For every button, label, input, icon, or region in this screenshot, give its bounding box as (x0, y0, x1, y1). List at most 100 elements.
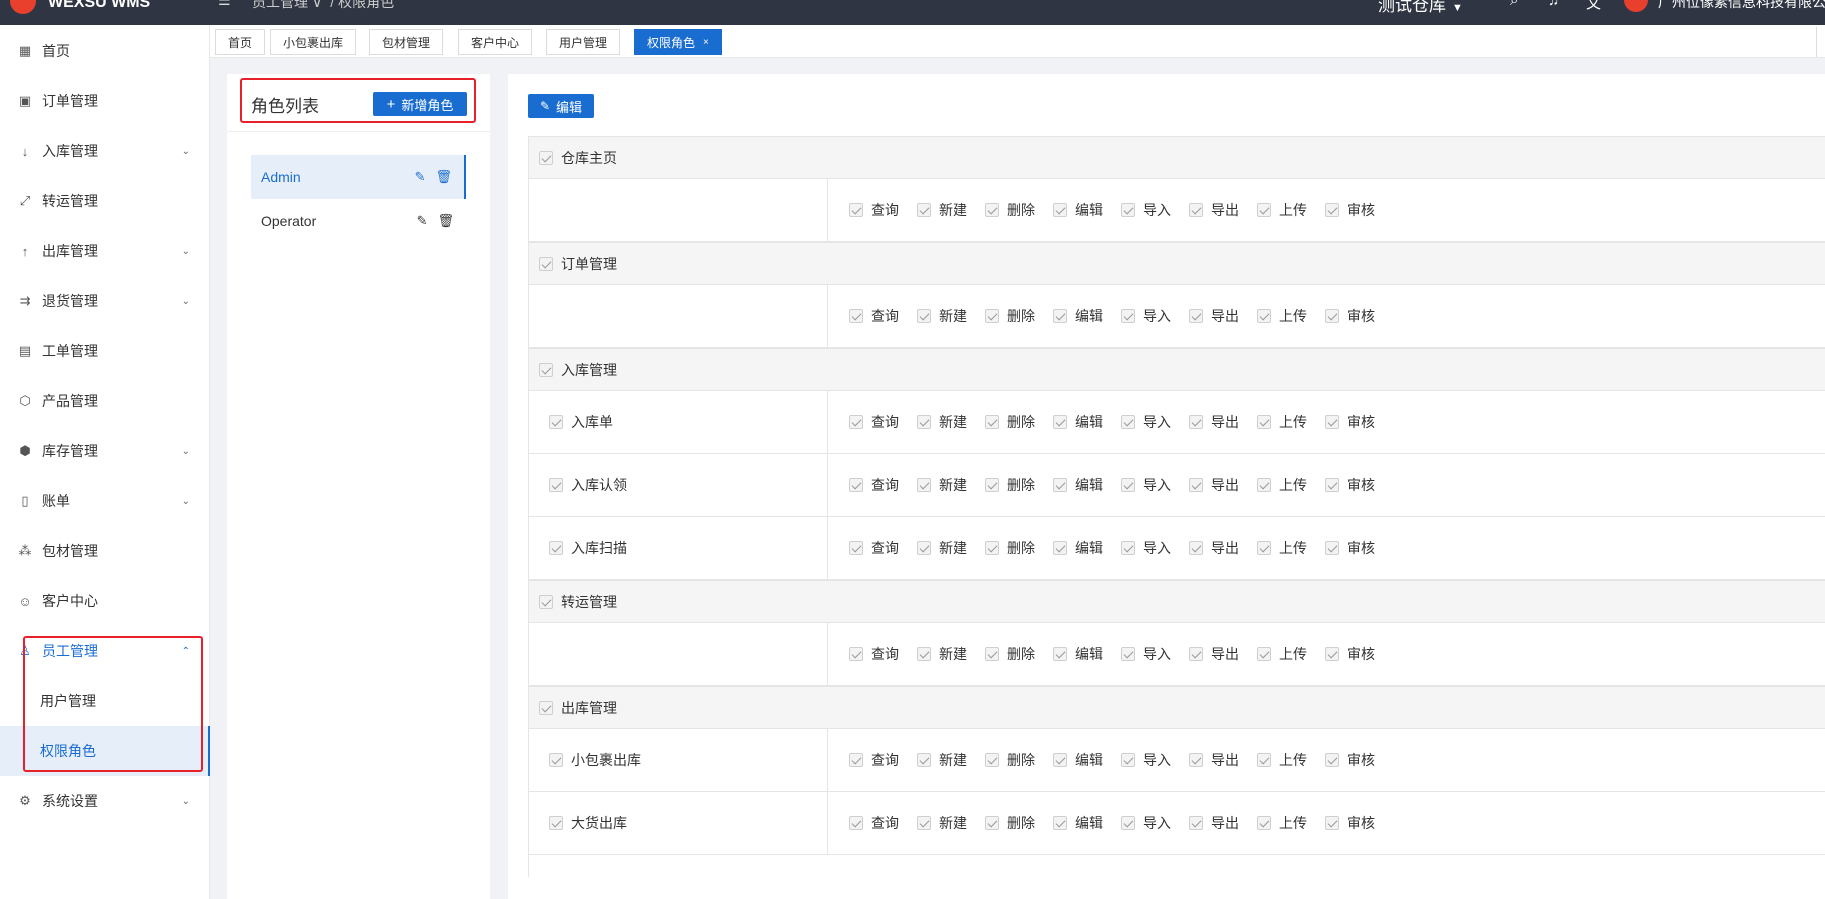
sidebar-item-bill[interactable]: ▯ 账单 ⌄ (0, 476, 210, 526)
tab-customers[interactable]: 客户中心 (458, 29, 533, 55)
permission-op[interactable]: 查询 (849, 475, 917, 495)
edit-icon[interactable]: ✎ (417, 213, 428, 229)
sidebar-item-inventory[interactable]: ⬢ 库存管理 ⌄ (0, 426, 210, 476)
tab-small-parcel-outbound[interactable]: 小包裹出库 (270, 29, 357, 55)
permission-op[interactable]: 新建 (917, 538, 985, 558)
permission-op[interactable]: 删除 (985, 200, 1053, 220)
permission-op[interactable]: 审核 (1325, 200, 1393, 220)
permission-op[interactable]: 编辑 (1053, 538, 1121, 558)
permission-op[interactable]: 新建 (917, 412, 985, 432)
permission-op[interactable]: 删除 (985, 750, 1053, 770)
checkbox[interactable] (985, 415, 999, 429)
search-icon[interactable]: ⌕ (1510, 0, 1518, 9)
checkbox[interactable] (1053, 478, 1067, 492)
breadcrumb-item[interactable]: 员工管理 (252, 0, 308, 10)
checkbox[interactable] (849, 647, 863, 661)
permission-op[interactable]: 导入 (1121, 538, 1189, 558)
permission-op[interactable]: 删除 (985, 644, 1053, 664)
tab-home[interactable]: 首页 (215, 29, 266, 55)
permission-op[interactable]: 导出 (1189, 200, 1257, 220)
checkbox[interactable] (849, 541, 863, 555)
checkbox[interactable] (1325, 203, 1339, 217)
checkbox[interactable] (849, 478, 863, 492)
role-item-operator[interactable]: Operator ✎ 🗑 (251, 199, 466, 243)
permission-op[interactable]: 审核 (1325, 644, 1393, 664)
checkbox[interactable] (1325, 816, 1339, 830)
permission-op[interactable]: 新建 (917, 644, 985, 664)
checkbox[interactable] (917, 541, 931, 555)
checkbox[interactable] (539, 594, 553, 609)
checkbox[interactable] (1053, 753, 1067, 767)
delete-icon[interactable]: 🗑 (437, 213, 454, 229)
checkbox[interactable] (1121, 816, 1135, 830)
checkbox[interactable] (1053, 415, 1067, 429)
checkbox[interactable] (1189, 816, 1203, 830)
checkbox[interactable] (1121, 753, 1135, 767)
permission-op[interactable]: 上传 (1257, 200, 1325, 220)
permission-op[interactable]: 查询 (849, 412, 917, 432)
permission-op[interactable]: 上传 (1257, 750, 1325, 770)
permission-op[interactable]: 审核 (1325, 813, 1393, 833)
checkbox[interactable] (1257, 415, 1271, 429)
checkbox[interactable] (1121, 541, 1135, 555)
checkbox[interactable] (539, 362, 553, 377)
checkbox[interactable] (1189, 415, 1203, 429)
permission-op[interactable]: 上传 (1257, 475, 1325, 495)
checkbox[interactable] (1257, 541, 1271, 555)
sidebar-item-staff[interactable]: ♙ 员工管理 ⌃ (0, 626, 210, 676)
permission-op[interactable]: 上传 (1257, 538, 1325, 558)
permission-op[interactable]: 删除 (985, 412, 1053, 432)
checkbox[interactable] (539, 700, 553, 715)
checkbox[interactable] (539, 256, 553, 271)
translate-icon[interactable]: 文 (1586, 0, 1601, 13)
checkbox[interactable] (549, 753, 563, 767)
permission-op[interactable]: 导入 (1121, 813, 1189, 833)
permission-op[interactable]: 导入 (1121, 475, 1189, 495)
checkbox[interactable] (1053, 816, 1067, 830)
permission-op[interactable]: 新建 (917, 200, 985, 220)
checkbox[interactable] (1325, 415, 1339, 429)
permission-op[interactable]: 审核 (1325, 475, 1393, 495)
checkbox[interactable] (1257, 478, 1271, 492)
sidebar-item-returns[interactable]: ⇉ 退货管理 ⌄ (0, 276, 210, 326)
permission-op[interactable]: 上传 (1257, 412, 1325, 432)
checkbox[interactable] (917, 478, 931, 492)
permission-op[interactable]: 删除 (985, 538, 1053, 558)
checkbox[interactable] (1257, 753, 1271, 767)
permission-op[interactable]: 查询 (849, 813, 917, 833)
sidebar-item-products[interactable]: ⬡ 产品管理 (0, 376, 210, 426)
permission-op[interactable]: 导出 (1189, 475, 1257, 495)
checkbox[interactable] (917, 203, 931, 217)
sidebar-subitem-users[interactable]: 用户管理 (0, 676, 210, 726)
checkbox[interactable] (1325, 647, 1339, 661)
checkbox[interactable] (549, 816, 563, 830)
add-role-button[interactable]: + 新增角色 (373, 92, 467, 116)
permission-op[interactable]: 上传 (1257, 813, 1325, 833)
permission-op[interactable]: 导出 (1189, 412, 1257, 432)
checkbox[interactable] (917, 647, 931, 661)
checkbox[interactable] (985, 203, 999, 217)
sidebar-item-packaging[interactable]: ⁂ 包材管理 (0, 526, 210, 576)
sidebar-item-settings[interactable]: ⚙ 系统设置 ⌄ (0, 776, 210, 826)
checkbox[interactable] (849, 753, 863, 767)
permission-op[interactable]: 新建 (917, 750, 985, 770)
permission-op[interactable]: 删除 (985, 306, 1053, 326)
permission-op[interactable]: 导出 (1189, 538, 1257, 558)
permission-op[interactable]: 查询 (849, 306, 917, 326)
checkbox[interactable] (1189, 541, 1203, 555)
checkbox[interactable] (1189, 309, 1203, 323)
sidebar-item-customers[interactable]: ☺ 客户中心 (0, 576, 210, 626)
checkbox[interactable] (1325, 753, 1339, 767)
permission-op[interactable]: 审核 (1325, 538, 1393, 558)
tab-packaging[interactable]: 包材管理 (369, 29, 444, 55)
checkbox[interactable] (1325, 541, 1339, 555)
permission-op[interactable]: 查询 (849, 750, 917, 770)
permission-op[interactable]: 导入 (1121, 200, 1189, 220)
permission-op[interactable]: 编辑 (1053, 200, 1121, 220)
menu-fold-icon[interactable]: ☰ (218, 0, 231, 9)
permission-op[interactable]: 导出 (1189, 644, 1257, 664)
sidebar-item-workorders[interactable]: ▤ 工单管理 (0, 326, 210, 376)
warehouse-selector[interactable]: 测试仓库 ▼ (1378, 0, 1463, 16)
checkbox[interactable] (849, 203, 863, 217)
permission-op[interactable]: 新建 (917, 306, 985, 326)
